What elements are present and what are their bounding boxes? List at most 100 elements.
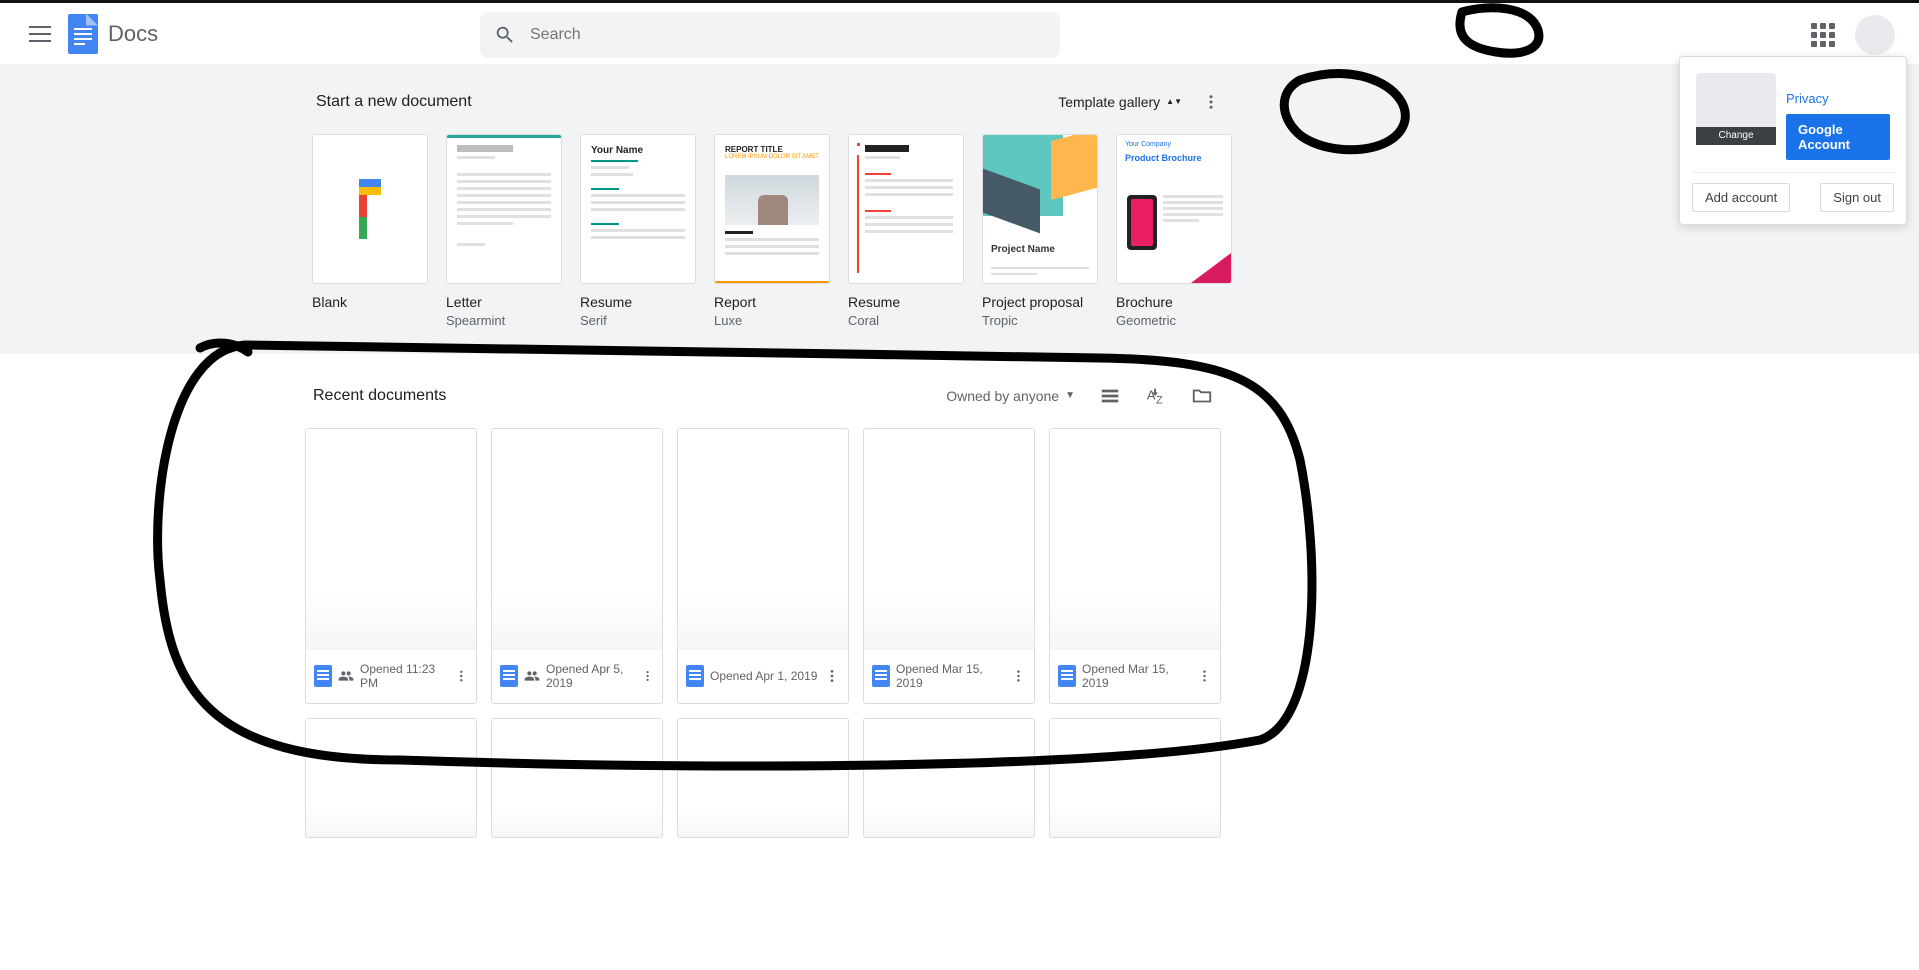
template-resume-coral[interactable]: Resume Coral [848, 134, 964, 328]
add-account-button[interactable]: Add account [1692, 183, 1790, 212]
sign-out-button[interactable]: Sign out [1820, 183, 1894, 212]
doc-meta: Opened Mar 15, 2019 [1050, 649, 1220, 703]
template-sub: Spearmint [446, 313, 562, 328]
doc-card[interactable] [305, 718, 477, 838]
doc-card[interactable] [1049, 718, 1221, 838]
list-view-button[interactable] [1099, 385, 1121, 407]
template-sub: Serif [580, 313, 696, 328]
thumb-sub: LOREM IPSUM DOLOR SIT AMET [725, 154, 819, 160]
change-photo-button[interactable]: Change [1696, 127, 1776, 145]
template-name: Resume [580, 294, 696, 311]
docs-file-icon [686, 665, 704, 687]
template-more-button[interactable] [1202, 93, 1220, 111]
doc-card[interactable] [677, 718, 849, 838]
ownership-filter-label: Owned by anyone [946, 388, 1059, 404]
template-report-luxe[interactable]: REPORT TITLE LOREM IPSUM DOLOR SIT AMET … [714, 134, 830, 328]
template-sub: Tropic [982, 313, 1098, 328]
template-name: Brochure [1116, 294, 1232, 311]
search-box[interactable] [480, 12, 1060, 58]
doc-more-button[interactable] [641, 668, 654, 684]
doc-preview [678, 719, 848, 837]
doc-preview [864, 719, 1034, 837]
hamburger-icon [29, 26, 51, 42]
doc-preview [306, 429, 476, 649]
logo-block[interactable]: Docs [68, 14, 158, 54]
doc-opened-time: Opened Apr 5, 2019 [546, 662, 635, 690]
template-resume-serif[interactable]: Your Name Resume Serif [580, 134, 696, 328]
thumb-heading: REPORT TITLE [725, 145, 819, 154]
template-sub: Geometric [1116, 313, 1232, 328]
template-name: Report [714, 294, 830, 311]
doc-opened-time: Opened Mar 15, 2019 [1082, 662, 1191, 690]
privacy-link[interactable]: Privacy [1786, 91, 1890, 106]
thumb-heading: Project Name [991, 244, 1055, 255]
folder-icon [1191, 385, 1213, 407]
doc-card[interactable]: Opened Mar 15, 2019 [863, 428, 1035, 704]
account-avatar-large[interactable]: Change [1696, 73, 1776, 145]
template-strip-title: Start a new document [316, 93, 472, 111]
template-name: Blank [312, 294, 428, 311]
template-sub: Coral [848, 313, 964, 328]
doc-more-button[interactable] [454, 668, 469, 684]
docs-file-icon [500, 665, 518, 687]
main-menu-button[interactable] [16, 10, 64, 58]
doc-preview [678, 429, 848, 649]
doc-preview [306, 719, 476, 837]
google-apps-button[interactable] [1807, 19, 1839, 51]
doc-meta: Opened 11:23 PM [306, 649, 476, 703]
doc-preview [1050, 429, 1220, 649]
docs-file-icon [1058, 665, 1076, 687]
template-name: Resume [848, 294, 964, 311]
template-blank[interactable]: Blank [312, 134, 428, 328]
doc-card[interactable]: Opened 11:23 PM [305, 428, 477, 704]
doc-preview [492, 429, 662, 649]
docs-file-icon [314, 665, 332, 687]
doc-opened-time: Opened 11:23 PM [360, 662, 448, 690]
open-file-picker-button[interactable] [1191, 385, 1213, 407]
thumb-sub: Your Company [1125, 141, 1171, 148]
template-project-proposal-tropic[interactable]: Project Name Project proposal Tropic [982, 134, 1098, 328]
recent-documents-title: Recent documents [313, 387, 446, 405]
doc-meta: Opened Mar 15, 2019 [864, 649, 1034, 703]
doc-card[interactable]: Opened Apr 1, 2019 [677, 428, 849, 704]
doc-meta: Opened Apr 1, 2019 [678, 649, 848, 703]
doc-card[interactable] [491, 718, 663, 838]
unfold-icon: ▲▼ [1166, 99, 1182, 105]
search-icon [494, 24, 516, 46]
doc-preview [492, 719, 662, 837]
doc-more-button[interactable] [824, 668, 840, 684]
ownership-filter[interactable]: Owned by anyone ▼ [946, 388, 1075, 404]
thumb-heading: Your Name [591, 145, 685, 156]
doc-card[interactable]: Opened Mar 15, 2019 [1049, 428, 1221, 704]
template-strip-header: Start a new document Template gallery ▲▼ [312, 82, 1224, 122]
list-icon [1099, 385, 1121, 407]
template-letter-spearmint[interactable]: Letter Spearmint [446, 134, 562, 328]
template-gallery-link[interactable]: Template gallery ▲▼ [1058, 94, 1182, 110]
google-account-button[interactable]: Google Account [1786, 114, 1890, 160]
doc-meta: Opened Apr 5, 2019 [492, 649, 662, 703]
recent-grid: Opened 11:23 PM Opened Apr 5, 2019 Opene… [305, 428, 1217, 838]
template-brochure-geometric[interactable]: Your Company Product Brochure Brochure G… [1116, 134, 1232, 328]
templates-row: Blank Letter Spearmint Your Name [312, 134, 1224, 328]
search-input[interactable] [530, 26, 1060, 44]
thumb-heading: Product Brochure [1125, 153, 1202, 163]
template-name: Project proposal [982, 294, 1098, 311]
doc-more-button[interactable] [1011, 668, 1026, 684]
docs-logo-icon [68, 14, 98, 54]
template-strip: Start a new document Template gallery ▲▼… [0, 64, 1919, 354]
docs-file-icon [872, 665, 890, 687]
recent-documents-section: Recent documents Owned by anyone ▼ AZ [305, 372, 1217, 838]
chevron-down-icon: ▼ [1065, 390, 1075, 401]
template-gallery-label: Template gallery [1058, 94, 1160, 110]
template-sub: Luxe [714, 313, 830, 328]
account-avatar[interactable] [1855, 15, 1895, 55]
shared-icon [338, 668, 354, 684]
doc-card[interactable]: Opened Apr 5, 2019 [491, 428, 663, 704]
sort-az-button[interactable]: AZ [1145, 385, 1167, 407]
doc-card[interactable] [863, 718, 1035, 838]
doc-opened-time: Opened Apr 1, 2019 [710, 669, 817, 683]
template-name: Letter [446, 294, 562, 311]
doc-more-button[interactable] [1197, 668, 1212, 684]
doc-preview [1050, 719, 1220, 837]
app-name: Docs [108, 21, 158, 47]
